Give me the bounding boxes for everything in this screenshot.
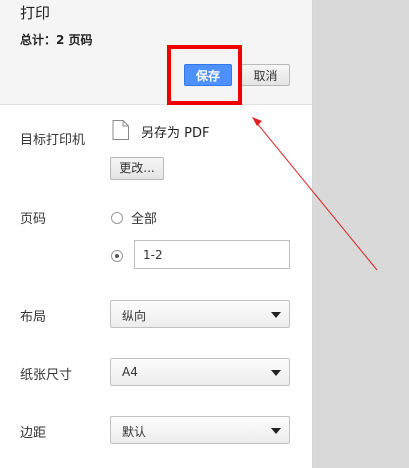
print-preview-area: [313, 0, 409, 468]
pages-all-radio[interactable]: [111, 212, 123, 224]
document-icon: [112, 120, 129, 140]
page-total-summary: 总计：2 页码: [20, 33, 93, 47]
cancel-button[interactable]: 取消: [241, 64, 290, 86]
print-settings-panel: 打印 总计：2 页码 保存 取消 目标打印机 另存为 PDF 更改... 页码 …: [0, 0, 313, 468]
chevron-down-icon: [271, 370, 281, 376]
paper-size-label: 纸张尺寸: [20, 368, 73, 383]
layout-select-value: 纵向: [122, 309, 147, 323]
pages-range-radio[interactable]: [111, 250, 123, 262]
change-destination-button[interactable]: 更改...: [110, 157, 164, 180]
print-header: 打印 总计：2 页码 保存 取消: [0, 0, 312, 105]
paper-size-select[interactable]: A4: [110, 358, 290, 386]
chevron-down-icon: [271, 312, 281, 318]
destination-name: 另存为 PDF: [141, 126, 210, 141]
layout-select[interactable]: 纵向: [110, 300, 290, 328]
destination-label: 目标打印机: [20, 133, 86, 148]
chevron-down-icon: [271, 428, 281, 434]
margins-select-value: 默认: [122, 425, 147, 439]
layout-label: 布局: [20, 310, 47, 325]
page-range-input[interactable]: [134, 240, 290, 269]
annotation-highlight-box: [167, 45, 242, 105]
print-title: 打印: [20, 4, 51, 22]
pages-label: 页码: [20, 212, 47, 227]
paper-size-select-value: A4: [122, 365, 138, 379]
margins-label: 边距: [20, 426, 47, 441]
pages-all-label: 全部: [131, 212, 158, 227]
margins-select[interactable]: 默认: [110, 416, 290, 444]
